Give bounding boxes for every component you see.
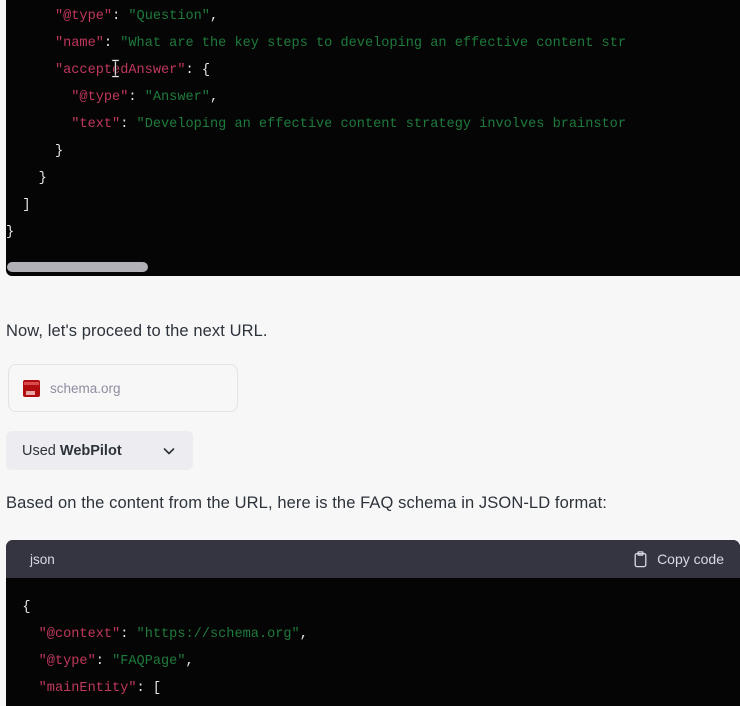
json-brace: } bbox=[6, 225, 15, 240]
json-string: "FAQPage" bbox=[112, 654, 186, 669]
schema-org-favicon-icon bbox=[23, 379, 40, 397]
url-preview-card[interactable]: schema.org bbox=[8, 364, 238, 412]
json-colon: : bbox=[120, 627, 137, 642]
json-string: "What are the key steps to developing an… bbox=[120, 36, 627, 51]
code-block-top-content: "@type": "Question", "name": "What are t… bbox=[6, 0, 740, 246]
used-tool-button[interactable]: Used WebPilot bbox=[6, 431, 193, 470]
json-string: "Developing an effective content strateg… bbox=[136, 117, 627, 132]
json-brace: } bbox=[54, 144, 64, 159]
json-comma: , bbox=[209, 9, 219, 24]
json-comma: , bbox=[185, 654, 194, 669]
code-line: } bbox=[6, 219, 740, 246]
json-brace: { bbox=[22, 600, 31, 615]
json-comma: , bbox=[209, 90, 219, 105]
code-block-bottom-content: { "@context": "https://schema.org", "@ty… bbox=[6, 578, 740, 702]
json-key: "name" bbox=[54, 36, 104, 51]
used-tool-label: Used WebPilot bbox=[22, 443, 122, 459]
json-key: "@type" bbox=[71, 90, 129, 105]
json-colon: : bbox=[136, 681, 153, 696]
json-key: "@context" bbox=[38, 627, 121, 642]
code-line: { bbox=[6, 594, 740, 621]
url-preview-label: schema.org bbox=[50, 380, 121, 396]
paragraph-faq-intro: Based on the content from the URL, here … bbox=[6, 494, 607, 512]
code-line: ] bbox=[6, 192, 740, 219]
code-block-header: json Copy code bbox=[6, 540, 740, 578]
code-block-top[interactable]: "@type": "Question", "name": "What are t… bbox=[6, 0, 740, 276]
json-bracket: [ bbox=[152, 681, 162, 696]
json-bracket: ] bbox=[22, 198, 31, 213]
code-line: "mainEntity": [ bbox=[6, 675, 740, 702]
json-string: "Answer" bbox=[144, 90, 210, 105]
json-string: "https://schema.org" bbox=[136, 627, 300, 642]
code-line: "@context": "https://schema.org", bbox=[6, 621, 740, 648]
code-block-bottom[interactable]: json Copy code { "@context": "https://sc… bbox=[6, 540, 740, 706]
copy-code-button[interactable]: Copy code bbox=[633, 550, 724, 568]
code-line: "acceptedAnswer": { bbox=[6, 57, 740, 84]
json-key: "text" bbox=[71, 117, 121, 132]
json-colon: : bbox=[185, 63, 202, 78]
code-line: "text": "Developing an effective content… bbox=[6, 111, 740, 138]
json-comma: , bbox=[299, 627, 308, 642]
code-horizontal-scrollbar[interactable] bbox=[6, 262, 740, 272]
json-brace: } bbox=[38, 171, 47, 186]
code-language-label: json bbox=[30, 551, 55, 567]
used-tool-name: WebPilot bbox=[59, 442, 122, 459]
code-line: } bbox=[6, 165, 740, 192]
code-line: "@type": "FAQPage", bbox=[6, 648, 740, 675]
code-line: "@type": "Question", bbox=[6, 3, 740, 30]
chevron-down-icon[interactable] bbox=[161, 443, 177, 459]
code-line: } bbox=[6, 138, 740, 165]
json-colon: : bbox=[120, 117, 137, 132]
json-colon: : bbox=[103, 36, 121, 51]
json-key: "@type" bbox=[54, 9, 113, 24]
json-string: "Question" bbox=[128, 9, 210, 24]
code-line: "@type": "Answer", bbox=[6, 84, 740, 111]
json-key: "acceptedAnswer" bbox=[54, 63, 186, 78]
json-colon: : bbox=[95, 654, 113, 669]
code-horizontal-scrollbar-thumb[interactable] bbox=[7, 262, 148, 272]
json-key: "mainEntity" bbox=[38, 681, 137, 696]
code-line: "name": "What are the key steps to devel… bbox=[6, 30, 740, 57]
json-brace: { bbox=[201, 63, 210, 78]
json-key: "@type" bbox=[38, 654, 96, 669]
json-colon: : bbox=[128, 90, 145, 105]
chat-transcript-page: "@type": "Question", "name": "What are t… bbox=[0, 0, 740, 706]
copy-code-label: Copy code bbox=[657, 551, 724, 567]
json-colon: : bbox=[112, 9, 129, 24]
used-tool-prefix: Used bbox=[22, 442, 60, 459]
clipboard-icon bbox=[633, 550, 648, 568]
paragraph-next-url: Now, let's proceed to the next URL. bbox=[6, 322, 268, 340]
